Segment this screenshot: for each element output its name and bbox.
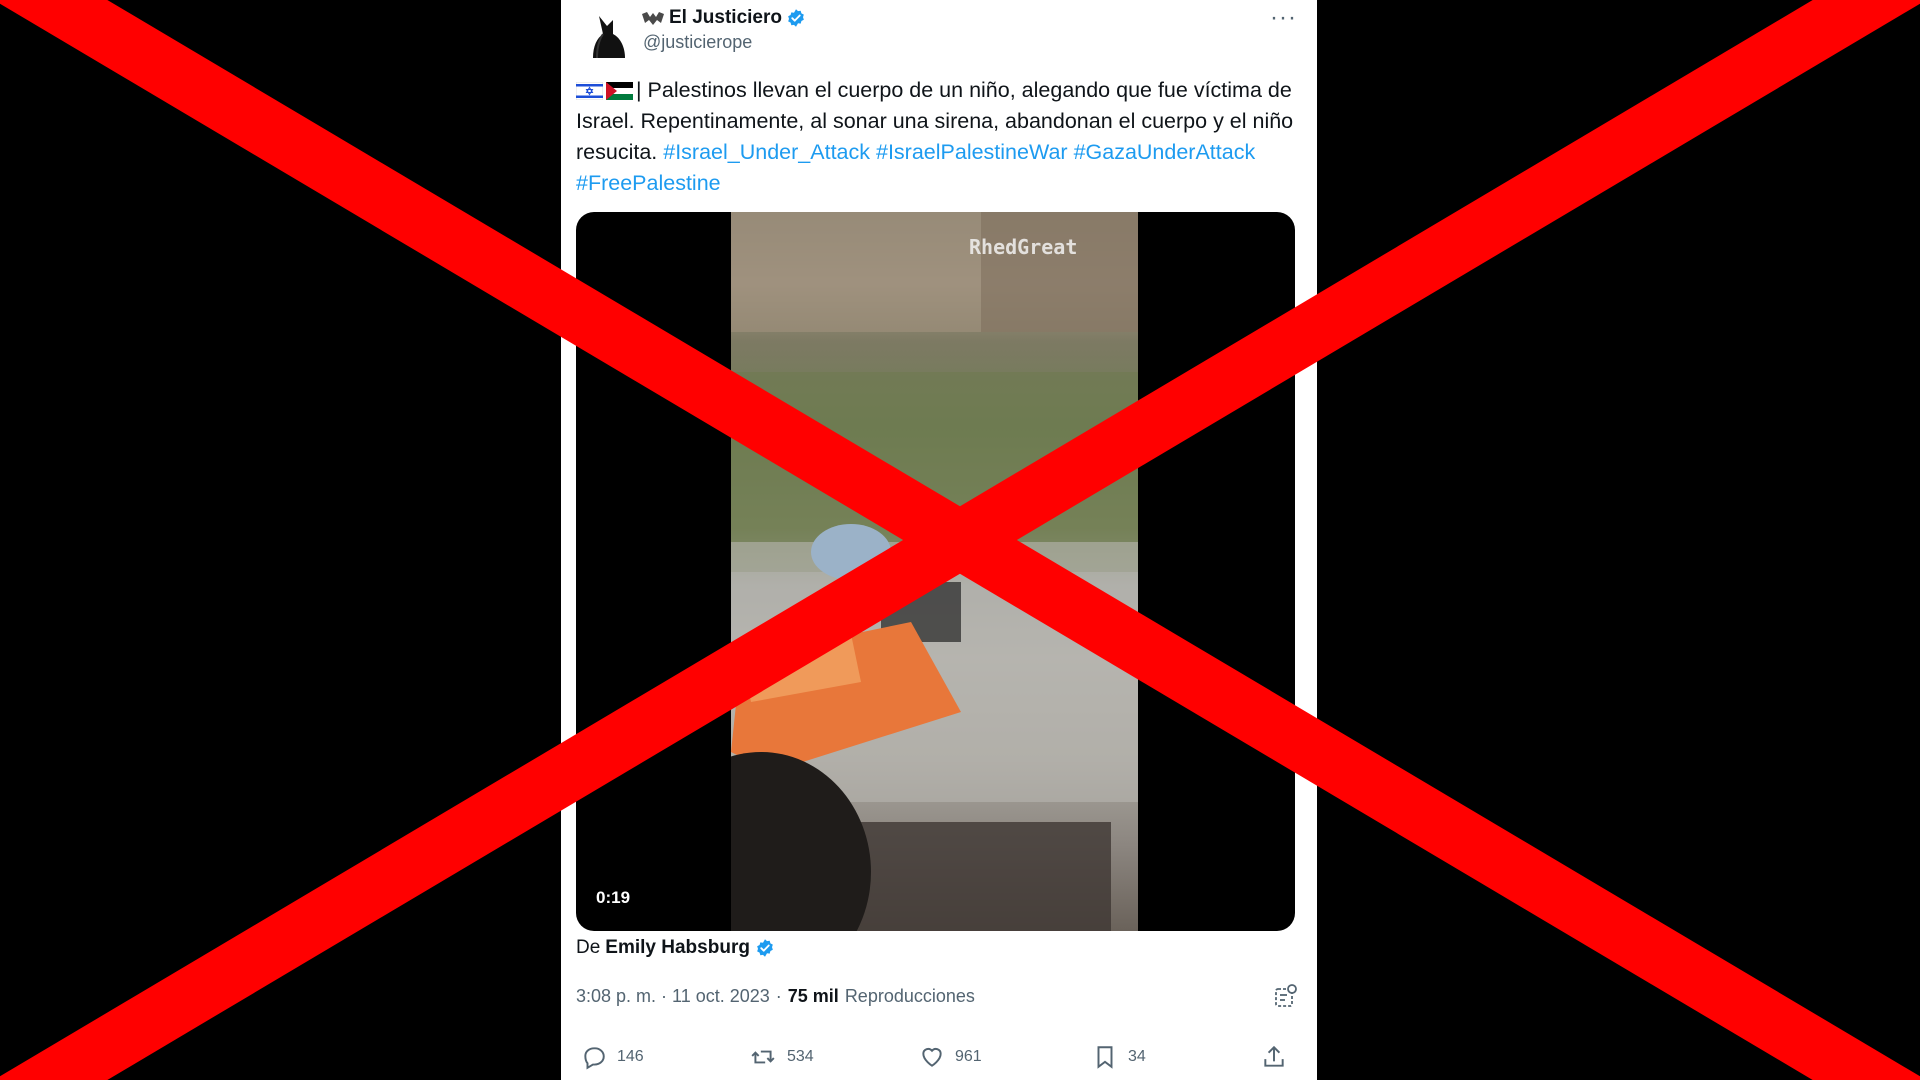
- analytics-icon[interactable]: [1273, 983, 1299, 1009]
- retweet-button[interactable]: 534: [749, 1044, 814, 1070]
- user-avatar[interactable]: [579, 6, 635, 62]
- source-name[interactable]: Emily Habsburg: [605, 937, 750, 959]
- share-button[interactable]: [1261, 1044, 1287, 1070]
- hashtag-link[interactable]: #GazaUnderAttack: [1074, 140, 1256, 164]
- views-label: Reproducciones: [844, 986, 975, 1006]
- verified-badge-icon: [788, 9, 804, 27]
- video-player[interactable]: RhedGreat 0:19: [576, 212, 1295, 931]
- verified-badge-icon: [757, 939, 773, 957]
- palestine-flag-icon: [606, 82, 633, 100]
- video-duration: 0:19: [596, 888, 631, 907]
- source-prefix: De: [576, 937, 601, 958]
- reply-icon: [584, 1047, 605, 1070]
- retweet-count: 534: [787, 1048, 814, 1065]
- reply-count: 146: [617, 1048, 644, 1065]
- hashtag-link[interactable]: #Israel_Under_Attack: [663, 140, 870, 164]
- israel-flag-icon: [576, 82, 603, 100]
- video-still: [731, 212, 1138, 931]
- tweet-card: El Justiciero @justicierope ··· | Palest…: [561, 0, 1317, 1080]
- display-name-row[interactable]: El Justiciero: [641, 6, 806, 30]
- video-frame: RhedGreat: [731, 212, 1138, 931]
- display-name[interactable]: El Justiciero: [669, 7, 782, 29]
- hashtag-link[interactable]: #IsraelPalestineWar: [876, 140, 1068, 164]
- action-bar: 146 534 961 34: [561, 1044, 1317, 1080]
- like-icon: [922, 1047, 942, 1067]
- video-watermark: RhedGreat: [969, 235, 1078, 259]
- bookmark-button[interactable]: 34: [1092, 1044, 1146, 1070]
- video-source: De Emily Habsburg: [576, 937, 775, 959]
- tweet-timestamp[interactable]: 3:08 p. m. · 11 oct. 2023: [576, 986, 770, 1007]
- hashtag-link[interactable]: #FreePalestine: [576, 171, 721, 195]
- meta-separator: ·: [775, 986, 782, 1006]
- reply-button[interactable]: 146: [581, 1044, 644, 1070]
- bat-icon: [642, 12, 664, 25]
- views-count: 75 mil: [787, 986, 839, 1006]
- tweet-text: | Palestinos llevan el cuerpo de un niño…: [576, 75, 1301, 199]
- bookmark-icon: [1097, 1046, 1113, 1069]
- more-icon[interactable]: ···: [1270, 4, 1297, 32]
- like-count: 961: [955, 1048, 982, 1065]
- retweet-icon: [751, 1050, 775, 1064]
- bookmark-count: 34: [1128, 1048, 1146, 1065]
- like-button[interactable]: 961: [919, 1044, 982, 1070]
- tweet-meta: 3:08 p. m. · 11 oct. 2023 · 75 mil Repro…: [576, 986, 975, 1007]
- user-handle[interactable]: @justicierope: [643, 32, 752, 53]
- share-icon: [1264, 1045, 1284, 1067]
